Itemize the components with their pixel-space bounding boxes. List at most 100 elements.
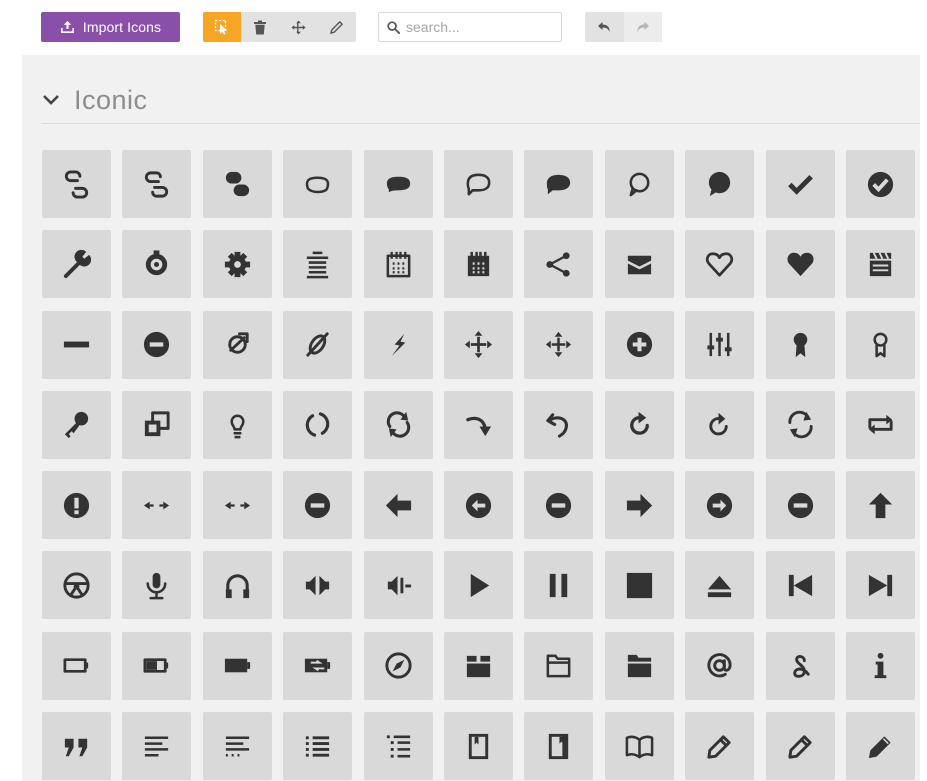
icon-tile-arrow-right-circle[interactable] [685, 471, 755, 540]
icon-tile-play[interactable] [443, 551, 513, 620]
icon-tile-move-arrows[interactable] [443, 310, 513, 379]
icon-tile-minus[interactable] [42, 310, 111, 379]
icon-tile-chat-bubble-fill[interactable] [363, 150, 433, 218]
delete-tool-button[interactable] [241, 12, 279, 42]
import-icons-button[interactable]: Import Icons [41, 12, 180, 42]
icon-tile-reload-outline[interactable] [283, 390, 353, 459]
icon-tile-cog[interactable] [202, 230, 272, 299]
share-icon [546, 252, 570, 277]
icon-tile-info-circle[interactable] [42, 471, 111, 540]
icon-tile-loop-square[interactable] [845, 390, 915, 459]
icon-tile-check-circle[interactable] [845, 150, 915, 218]
icon-tile-skip-previous[interactable] [765, 551, 835, 620]
icon-tile-steering-wheel[interactable] [42, 551, 111, 620]
icon-tile-arrows-horizontal-alt[interactable] [202, 471, 272, 540]
icon-tile-text-align-left[interactable] [122, 712, 192, 781]
icon-tile-at-sign[interactable] [685, 631, 755, 700]
search-box[interactable] [378, 12, 562, 42]
icon-tile-link-intact-alt[interactable] [122, 150, 192, 218]
move-tool-button[interactable] [279, 12, 317, 42]
icon-tile-reload-arrows[interactable] [363, 390, 433, 459]
icon-tile-battery-charging[interactable] [283, 631, 353, 700]
icon-tile-pencil-fill[interactable] [845, 712, 915, 781]
icon-tile-wrench[interactable] [42, 230, 111, 299]
icon-tile-cog-ring[interactable] [122, 230, 192, 299]
icon-tile-pause[interactable] [524, 551, 594, 620]
icon-tile-link-broken-fill[interactable] [202, 150, 272, 218]
icon-tile-award-fill[interactable] [765, 310, 835, 379]
redo-button[interactable] [623, 12, 662, 42]
icon-tile-plus-circle[interactable] [604, 310, 674, 379]
icon-tile-calendar-outline[interactable] [363, 230, 433, 299]
icon-tile-stop[interactable] [604, 551, 674, 620]
edit-tool-button[interactable] [317, 12, 355, 42]
icon-tile-book-bookmark[interactable] [524, 712, 594, 781]
icon-tile-quote[interactable] [42, 712, 111, 781]
icon-tile-eject[interactable] [685, 551, 755, 620]
icon-tile-minus-circle[interactable] [122, 310, 192, 379]
icon-tile-refresh[interactable] [604, 390, 674, 459]
undo-button[interactable] [585, 12, 624, 42]
icon-tile-battery-empty[interactable] [42, 631, 111, 700]
icon-tile-list-header[interactable] [283, 230, 353, 299]
icon-tile-minus-circle[interactable] [283, 471, 353, 540]
icon-tile-loop-arrows[interactable] [765, 390, 835, 459]
icon-tile-folder-outline[interactable] [524, 631, 594, 700]
icon-tile-battery-half[interactable] [122, 631, 192, 700]
icon-tile-volume-low[interactable] [363, 551, 433, 620]
icon-tile-check[interactable] [765, 150, 835, 218]
icon-tile-box[interactable] [443, 631, 513, 700]
icon-tile-arrow-left[interactable] [363, 471, 433, 540]
icon-tile-link-circle-outline[interactable] [202, 310, 272, 379]
chevron-down-icon[interactable] [42, 94, 60, 106]
icon-tile-heart-fill[interactable] [765, 230, 835, 299]
icon-tile-minus-circle[interactable] [524, 471, 594, 540]
icon-tile-move-arrows-alt[interactable] [524, 310, 594, 379]
icon-tile-arrows-horizontal[interactable] [122, 471, 192, 540]
icon-tile-book-closed[interactable] [443, 712, 513, 781]
icon-tile-compass[interactable] [363, 631, 433, 700]
icon-tile-arrow-up[interactable] [845, 471, 915, 540]
icon-tile-link-intact[interactable] [42, 150, 111, 218]
icon-tile-arrow-left-circle[interactable] [443, 471, 513, 540]
icon-tile-pencil-outline[interactable] [685, 712, 755, 781]
icon-tile-book-open[interactable] [604, 712, 674, 781]
icon-tile-redo-curve[interactable] [443, 390, 513, 459]
icon-tile-list-bullets[interactable] [283, 712, 353, 781]
icon-tile-calendar-fill[interactable] [443, 230, 513, 299]
icon-tile-chat-bubble-outline[interactable] [283, 150, 353, 218]
icon-tile-lightning[interactable] [363, 310, 433, 379]
icon-tile-list-indent[interactable] [363, 712, 433, 781]
icon-tile-key[interactable] [42, 390, 111, 459]
icon-tile-sliders[interactable] [685, 310, 755, 379]
icon-tile-arrow-right[interactable] [604, 471, 674, 540]
icon-tile-speech-fill[interactable] [524, 150, 594, 218]
select-tool-button[interactable] [203, 12, 241, 42]
icon-tile-share[interactable] [524, 230, 594, 299]
icon-tile-volume[interactable] [283, 551, 353, 620]
search-input[interactable] [406, 19, 546, 35]
icon-tile-minus-circle[interactable] [765, 471, 835, 540]
icon-tile-envelope[interactable] [604, 230, 674, 299]
icon-tile-text-align-left-short[interactable] [202, 712, 272, 781]
icon-tile-folder-fill[interactable] [604, 631, 674, 700]
icon-tile-info[interactable] [845, 631, 915, 700]
icon-tile-heart-outline[interactable] [685, 230, 755, 299]
icon-tile-clapperboard[interactable] [845, 230, 915, 299]
icon-tile-comment-fill[interactable] [685, 150, 755, 218]
icon-tile-award-outline[interactable] [845, 310, 915, 379]
icon-tile-refresh-alt[interactable] [685, 390, 755, 459]
icon-tile-comment-outline[interactable] [604, 150, 674, 218]
icon-tile-lightbulb[interactable] [202, 390, 272, 459]
icon-tile-pencil-alt[interactable] [765, 712, 835, 781]
icon-tile-ampersand[interactable] [765, 631, 835, 700]
icon-tile-link-diagonal-outline[interactable] [283, 310, 353, 379]
icon-set-header[interactable]: Iconic [42, 77, 920, 124]
icon-tile-battery-full[interactable] [202, 631, 272, 700]
icon-tile-layers[interactable] [122, 390, 192, 459]
icon-tile-headphones[interactable] [202, 551, 272, 620]
icon-tile-skip-next[interactable] [845, 551, 915, 620]
icon-tile-undo-curve[interactable] [524, 390, 594, 459]
icon-tile-microphone[interactable] [122, 551, 192, 620]
icon-tile-speech-outline[interactable] [443, 150, 513, 218]
